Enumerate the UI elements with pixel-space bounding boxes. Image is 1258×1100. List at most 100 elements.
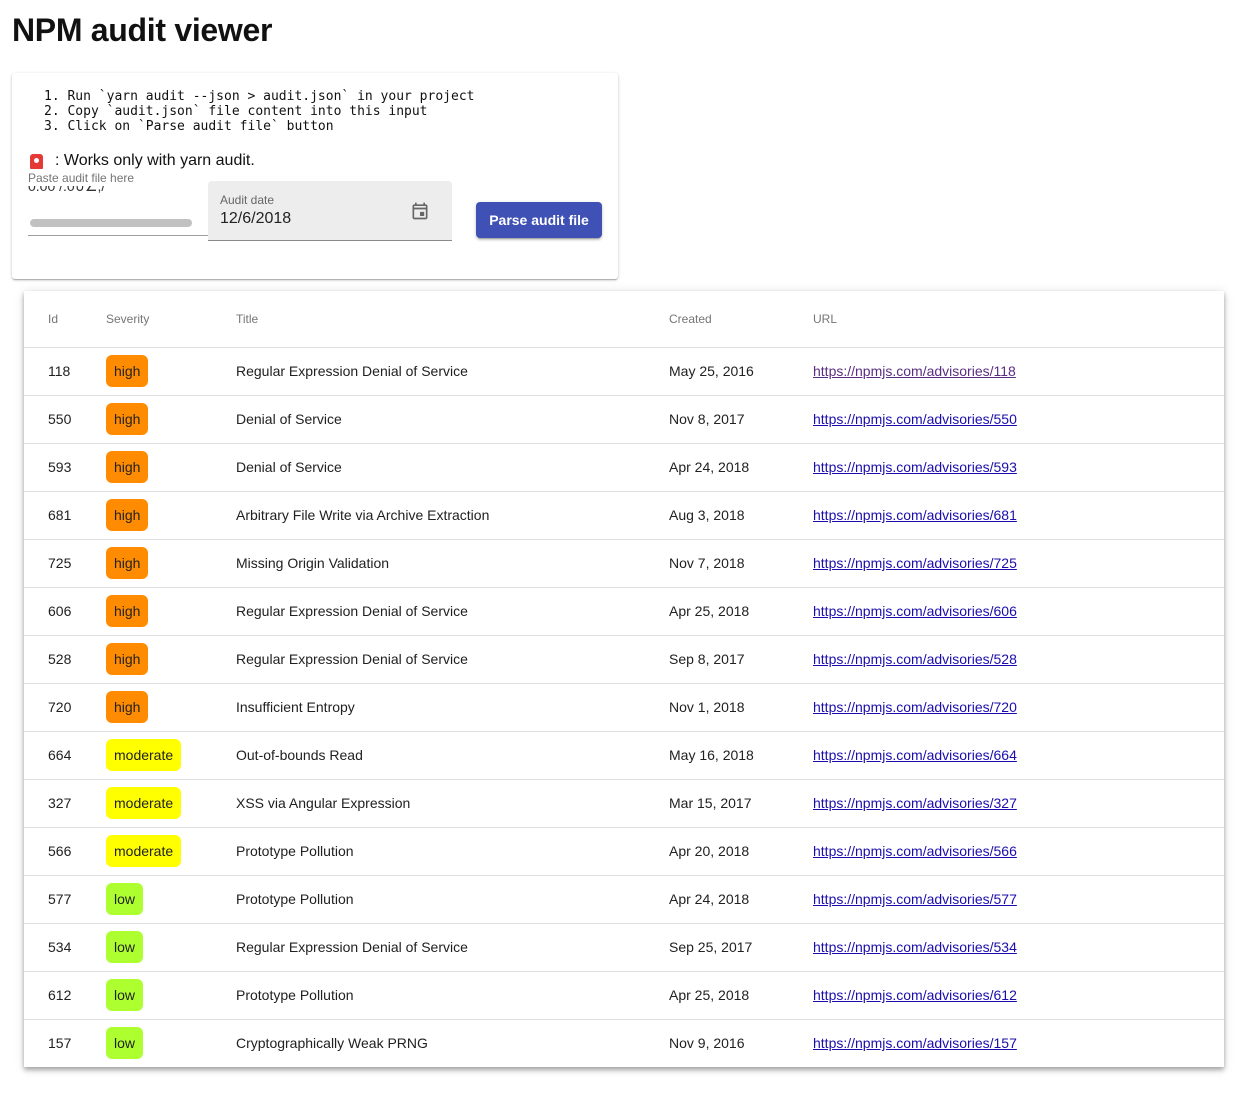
cell-id: 528: [24, 635, 106, 684]
audit-table: Id Severity Title Created URL 118 high Reg…: [24, 291, 1224, 1067]
cell-url: https://npmjs.com/advisories/327: [813, 779, 1224, 828]
table-row: 606 high Regular Expression Denial of Serv…: [24, 587, 1224, 636]
cell-severity: high: [106, 491, 236, 540]
advisory-link[interactable]: https://npmjs.com/advisories/720: [813, 699, 1017, 715]
table-row: 664 moderate Out-of-bounds Read May 16, 201…: [24, 731, 1224, 780]
advisory-link[interactable]: https://npmjs.com/advisories/725: [813, 555, 1017, 571]
header-severity[interactable]: Severity: [106, 291, 236, 348]
severity-badge: low: [106, 883, 144, 915]
calendar-icon[interactable]: [410, 201, 430, 221]
cell-created: Nov 1, 2018: [669, 683, 813, 732]
warning-text: : Works only with yarn audit.: [55, 152, 255, 169]
instructions-list: 1. Run `yarn audit --json > audit.json` …: [44, 89, 474, 134]
cell-title: Regular Expression Denial of Service: [236, 635, 669, 684]
cell-id: 566: [24, 827, 106, 876]
cell-severity: moderate: [106, 827, 236, 876]
table-row: 725 high Missing Origin Validation Nov 7, 2…: [24, 539, 1224, 588]
audit-date-input[interactable]: 12/6/2018: [220, 210, 291, 228]
cell-created: Apr 24, 2018: [669, 875, 813, 924]
cell-url: https://npmjs.com/advisories/720: [813, 683, 1224, 732]
advisory-link[interactable]: https://npmjs.com/advisories/157: [813, 1035, 1017, 1051]
advisory-link[interactable]: https://npmjs.com/advisories/550: [813, 411, 1017, 427]
advisory-link[interactable]: https://npmjs.com/advisories/534: [813, 939, 1017, 955]
cell-id: 606: [24, 587, 106, 636]
advisory-link[interactable]: https://npmjs.com/advisories/327: [813, 795, 1017, 811]
advisory-link[interactable]: https://npmjs.com/advisories/577: [813, 891, 1017, 907]
cell-title: Prototype Pollution: [236, 827, 669, 876]
cell-url: https://npmjs.com/advisories/612: [813, 971, 1224, 1020]
cell-title: Arbitrary File Write via Archive Extract…: [236, 491, 669, 540]
cell-url: https://npmjs.com/advisories/606: [813, 587, 1224, 636]
severity-badge: high: [106, 691, 149, 723]
cell-severity: moderate: [106, 779, 236, 828]
cell-created: Aug 3, 2018: [669, 491, 813, 540]
table-row: 593 high Denial of Service Apr 24, 2018 http…: [24, 443, 1224, 492]
cell-title: Insufficient Entropy: [236, 683, 669, 732]
cell-created: Nov 7, 2018: [669, 539, 813, 588]
header-url[interactable]: URL: [813, 291, 1224, 348]
cell-severity: high: [106, 395, 236, 444]
cell-created: Apr 24, 2018: [669, 443, 813, 492]
cell-title: Regular Expression Denial of Service: [236, 347, 669, 396]
instructions-card: 1. Run `yarn audit --json > audit.json` …: [12, 73, 618, 279]
severity-badge: high: [106, 403, 149, 435]
header-created[interactable]: Created: [669, 291, 813, 348]
cell-id: 157: [48, 1035, 72, 1052]
advisory-link[interactable]: https://npmjs.com/advisories/593: [813, 459, 1017, 475]
table-row: 566 moderate Prototype Pollution Apr 20, 20…: [24, 827, 1224, 876]
parse-audit-file-button[interactable]: Parse audit file: [476, 202, 602, 238]
audit-date-field[interactable]: Audit date 12/6/2018: [208, 181, 452, 241]
cell-url: https://npmjs.com/advisories/528: [813, 635, 1224, 684]
instruction-step-3: 3. Click on `Parse audit file` button: [44, 119, 334, 134]
cell-severity: low: [106, 971, 236, 1020]
header-id[interactable]: Id: [24, 291, 106, 348]
cell-created: May 25, 2016: [669, 347, 813, 396]
cell-url: https://npmjs.com/advisories/157: [813, 1019, 1224, 1067]
severity-badge: high: [106, 355, 149, 387]
table-row: 612 low Prototype Pollution Apr 25, 2018 htt…: [24, 971, 1224, 1020]
advisory-link[interactable]: https://npmjs.com/advisories/566: [813, 843, 1017, 859]
page-title: NPM audit viewer: [12, 12, 273, 48]
cell-title: Missing Origin Validation: [236, 539, 669, 588]
cell-url: https://npmjs.com/advisories/577: [813, 875, 1224, 924]
advisory-link[interactable]: https://npmjs.com/advisories/664: [813, 747, 1017, 763]
table-row: 534 low Regular Expression Denial of Servi…: [24, 923, 1224, 972]
table-row: 720 high Insufficient Entropy Nov 1, 2018 ht…: [24, 683, 1224, 732]
advisory-link[interactable]: https://npmjs.com/advisories/528: [813, 651, 1017, 667]
cell-id: 681: [24, 491, 106, 540]
severity-badge: high: [106, 547, 149, 579]
cell-id: 550: [24, 395, 106, 444]
cell-title: Regular Expression Denial of Service: [236, 587, 669, 636]
cell-title: Out-of-bounds Read: [236, 731, 669, 780]
advisory-link[interactable]: https://npmjs.com/advisories/612: [813, 987, 1017, 1003]
table-row: 157 low Cryptographically Weak PRNG Nov 9, …: [24, 1019, 1224, 1067]
cell-created: Apr 25, 2018: [669, 971, 813, 1020]
header-title[interactable]: Title: [236, 291, 669, 348]
cell-title: Prototype Pollution: [236, 971, 669, 1020]
advisory-link[interactable]: https://npmjs.com/advisories/118: [813, 363, 1016, 379]
cell-id: 612: [24, 971, 106, 1020]
cell-title: Denial of Service: [236, 443, 669, 492]
cell-created: Sep 8, 2017: [669, 635, 813, 684]
cell-created: Mar 15, 2017: [669, 779, 813, 828]
cell-severity: low: [106, 1019, 236, 1067]
audit-date-label: Audit date: [220, 193, 275, 207]
audit-table-card: Id Severity Title Created URL 118 high Reg…: [24, 291, 1224, 1067]
cell-url: https://npmjs.com/advisories/593: [813, 443, 1224, 492]
textarea-horizontal-scrollbar[interactable]: [30, 219, 192, 227]
advisory-link[interactable]: https://npmjs.com/advisories/681: [813, 507, 1017, 523]
cell-severity: low: [106, 875, 236, 924]
cell-title: Cryptographically Weak PRNG: [236, 1035, 428, 1052]
severity-badge: moderate: [106, 835, 182, 867]
audit-file-input-wrapper: [28, 186, 209, 236]
cell-severity: low: [106, 923, 236, 972]
severity-badge: high: [106, 595, 149, 627]
cell-created: Nov 8, 2017: [669, 395, 813, 444]
cell-id: 664: [24, 731, 106, 780]
cell-severity: moderate: [106, 731, 236, 780]
advisory-link[interactable]: https://npmjs.com/advisories/606: [813, 603, 1017, 619]
instruction-step-1: 1. Run `yarn audit --json > audit.json` …: [44, 89, 475, 104]
instruction-step-2: 2. Copy `audit.json` file content into t…: [44, 104, 428, 119]
table-row: 577 low Prototype Pollution Apr 24, 2018 htt…: [24, 875, 1224, 924]
cell-url: https://npmjs.com/advisories/681: [813, 491, 1224, 540]
